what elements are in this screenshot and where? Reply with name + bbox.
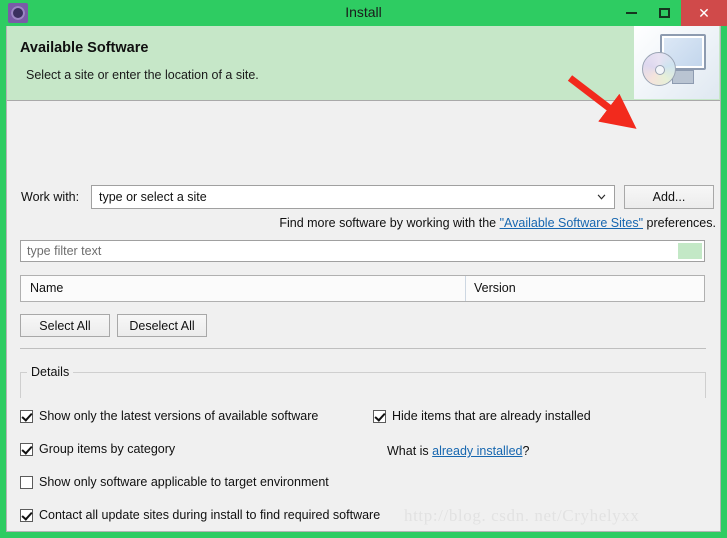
add-site-button[interactable]: Add... bbox=[624, 185, 714, 209]
find-more-suffix: preferences. bbox=[643, 216, 717, 230]
chevron-down-icon bbox=[597, 194, 606, 200]
title-bar: Install ✕ bbox=[0, 0, 727, 26]
select-all-button[interactable]: Select All bbox=[20, 314, 110, 337]
separator bbox=[20, 348, 706, 349]
minimize-icon bbox=[626, 12, 637, 14]
work-with-label: Work with: bbox=[21, 190, 80, 204]
already-installed-link[interactable]: already installed bbox=[432, 444, 522, 458]
monitor-with-disc-icon bbox=[634, 26, 719, 99]
what-is-suffix: ? bbox=[522, 444, 530, 458]
find-more-prefix: Find more software by working with the bbox=[279, 216, 500, 230]
option-label: Show only software applicable to target … bbox=[39, 475, 329, 489]
disc-icon bbox=[642, 52, 676, 86]
close-button[interactable]: ✕ bbox=[681, 0, 727, 26]
minimize-button[interactable] bbox=[615, 0, 648, 26]
maximize-icon bbox=[659, 8, 670, 18]
page-title: Available Software bbox=[20, 40, 149, 56]
available-software-sites-link[interactable]: "Available Software Sites" bbox=[500, 216, 643, 230]
option-label: Group items by category bbox=[39, 442, 176, 456]
column-header-name[interactable]: Name bbox=[30, 281, 63, 295]
filter-input[interactable]: type filter text bbox=[20, 240, 705, 262]
details-group-label: Details bbox=[27, 365, 74, 379]
filter-placeholder: type filter text bbox=[27, 244, 102, 258]
option-label: Contact all update sites during install … bbox=[39, 508, 381, 522]
work-with-combo[interactable]: type or select a site bbox=[91, 185, 615, 209]
maximize-button[interactable] bbox=[648, 0, 681, 26]
software-table[interactable]: Name Version bbox=[20, 275, 705, 302]
work-with-row: Work with: type or select a site Add... bbox=[7, 185, 720, 211]
checkbox-icon[interactable] bbox=[20, 508, 33, 522]
option-label: Show only the latest versions of availab… bbox=[39, 409, 319, 423]
window-controls: ✕ bbox=[615, 0, 727, 26]
page-subtitle: Select a site or enter the location of a… bbox=[26, 68, 259, 82]
option-group-by-category[interactable]: Group items by category bbox=[20, 442, 175, 456]
option-hide-installed[interactable]: Hide items that are already installed bbox=[373, 409, 591, 423]
option-contact-update-sites[interactable]: Contact all update sites during install … bbox=[20, 508, 380, 522]
checkbox-icon[interactable] bbox=[20, 442, 33, 456]
option-applicable-target[interactable]: Show only software applicable to target … bbox=[20, 475, 329, 489]
option-latest-versions[interactable]: Show only the latest versions of availab… bbox=[20, 409, 318, 423]
checkbox-icon[interactable] bbox=[373, 409, 386, 423]
option-label: Hide items that are already installed bbox=[392, 409, 591, 423]
what-is-prefix: What is bbox=[387, 444, 433, 458]
wizard-banner: Available Software Select a site or ente… bbox=[7, 26, 720, 101]
deselect-all-button[interactable]: Deselect All bbox=[117, 314, 207, 337]
details-group bbox=[20, 372, 706, 398]
what-is-already-installed: What is already installed? bbox=[387, 444, 529, 458]
install-dialog-window: Install ✕ Available Software Select a si… bbox=[0, 0, 727, 538]
filter-highlight-swatch bbox=[678, 243, 702, 259]
work-with-value: type or select a site bbox=[99, 190, 207, 204]
checkbox-icon[interactable] bbox=[20, 475, 33, 489]
watermark-text: http://blog. csdn. net/Cryhelyxx bbox=[404, 506, 640, 525]
find-more-software-text: Find more software by working with the "… bbox=[7, 216, 716, 230]
column-header-version[interactable]: Version bbox=[474, 281, 516, 295]
dialog-body: Available Software Select a site or ente… bbox=[6, 26, 721, 532]
column-divider bbox=[465, 276, 466, 301]
checkbox-icon[interactable] bbox=[20, 409, 33, 423]
